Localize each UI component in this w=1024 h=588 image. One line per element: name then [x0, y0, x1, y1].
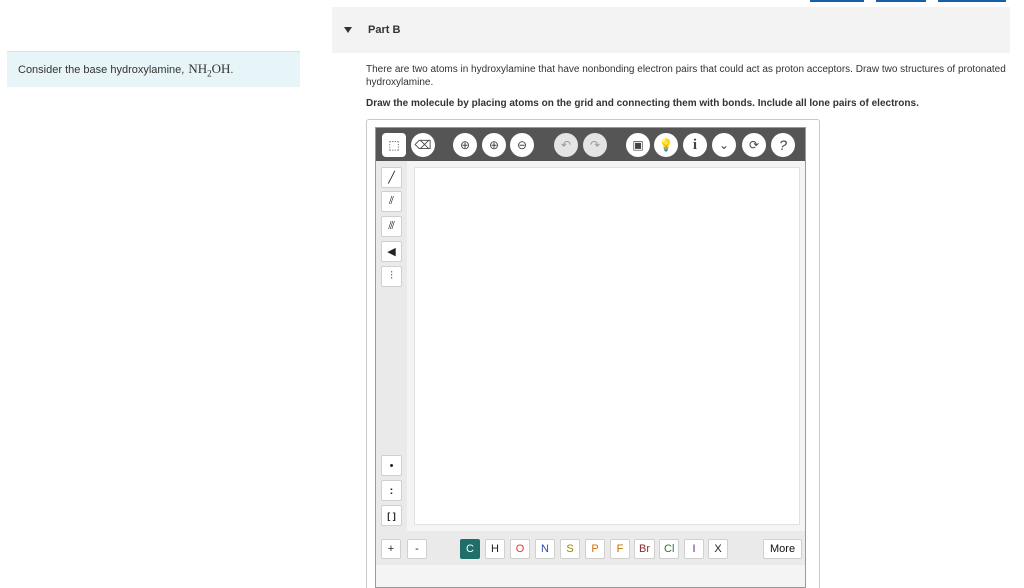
- atom-i-button[interactable]: I: [684, 539, 704, 559]
- part-title: Part B: [368, 24, 401, 36]
- atom-o-button[interactable]: O: [510, 539, 530, 559]
- eraser-icon[interactable]: ⌫: [411, 133, 435, 157]
- charge-minus-button[interactable]: -: [407, 539, 427, 559]
- atom-c-button[interactable]: C: [460, 539, 480, 559]
- drawing-canvas[interactable]: [414, 167, 800, 525]
- atom-n-button[interactable]: N: [535, 539, 555, 559]
- zoom-fit-icon[interactable]: ⊕: [453, 133, 477, 157]
- help-icon[interactable]: ?: [771, 133, 795, 157]
- bond-tools-panel: ╱ ⫽ ⫻ ◀ ⫶ • : [ ]: [376, 161, 407, 531]
- atom-p-button[interactable]: P: [585, 539, 605, 559]
- atom-h-button[interactable]: H: [485, 539, 505, 559]
- triple-bond-icon[interactable]: ⫻: [381, 216, 402, 237]
- editor-toolbar: ⬚ ⌫ ⊕ ⊕ ⊖ ↶ ↷ ▣ 💡 i ⌄ ⟳ ?: [376, 128, 805, 161]
- lone-pair-icon[interactable]: :: [381, 480, 402, 501]
- select-icon[interactable]: ⬚: [382, 133, 406, 157]
- atom-br-button[interactable]: Br: [634, 539, 655, 559]
- single-bond-icon[interactable]: ╱: [381, 167, 402, 188]
- chevron-down-icon[interactable]: ⌄: [712, 133, 736, 157]
- hash-bond-icon[interactable]: ⫶: [381, 266, 402, 287]
- atom-f-button[interactable]: F: [610, 539, 630, 559]
- wedge-bond-icon[interactable]: ◀: [381, 241, 402, 262]
- hint-icon[interactable]: 💡: [654, 133, 678, 157]
- context-text: Consider the base hydroxylamine,: [18, 63, 185, 76]
- part-header[interactable]: Part B: [332, 7, 1010, 53]
- question-text: There are two atoms in hydroxylamine tha…: [366, 64, 1006, 88]
- template-icon[interactable]: ▣: [626, 133, 650, 157]
- atom-s-button[interactable]: S: [560, 539, 580, 559]
- zoom-in-icon[interactable]: ⊕: [482, 133, 506, 157]
- info-icon[interactable]: i: [683, 133, 707, 157]
- bracket-icon[interactable]: [ ]: [381, 505, 402, 526]
- double-bond-icon[interactable]: ⫽: [381, 191, 402, 212]
- radical-icon[interactable]: •: [381, 455, 402, 476]
- undo-icon[interactable]: ↶: [554, 133, 578, 157]
- atom-x-button[interactable]: X: [708, 539, 728, 559]
- collapse-caret-icon[interactable]: [344, 27, 352, 33]
- context-panel: Consider the base hydroxylamine, NH2OH.: [7, 51, 300, 87]
- instruction-text: Draw the molecule by placing atoms on th…: [366, 98, 919, 109]
- charge-plus-button[interactable]: +: [381, 539, 401, 559]
- chemical-formula: NH2OH: [188, 60, 231, 79]
- atom-cl-button[interactable]: Cl: [659, 539, 680, 559]
- more-atoms-button[interactable]: More: [763, 539, 803, 559]
- context-period: .: [230, 63, 234, 76]
- redo-icon[interactable]: ↷: [583, 133, 607, 157]
- reset-icon[interactable]: ⟳: [742, 133, 766, 157]
- zoom-out-icon[interactable]: ⊖: [510, 133, 534, 157]
